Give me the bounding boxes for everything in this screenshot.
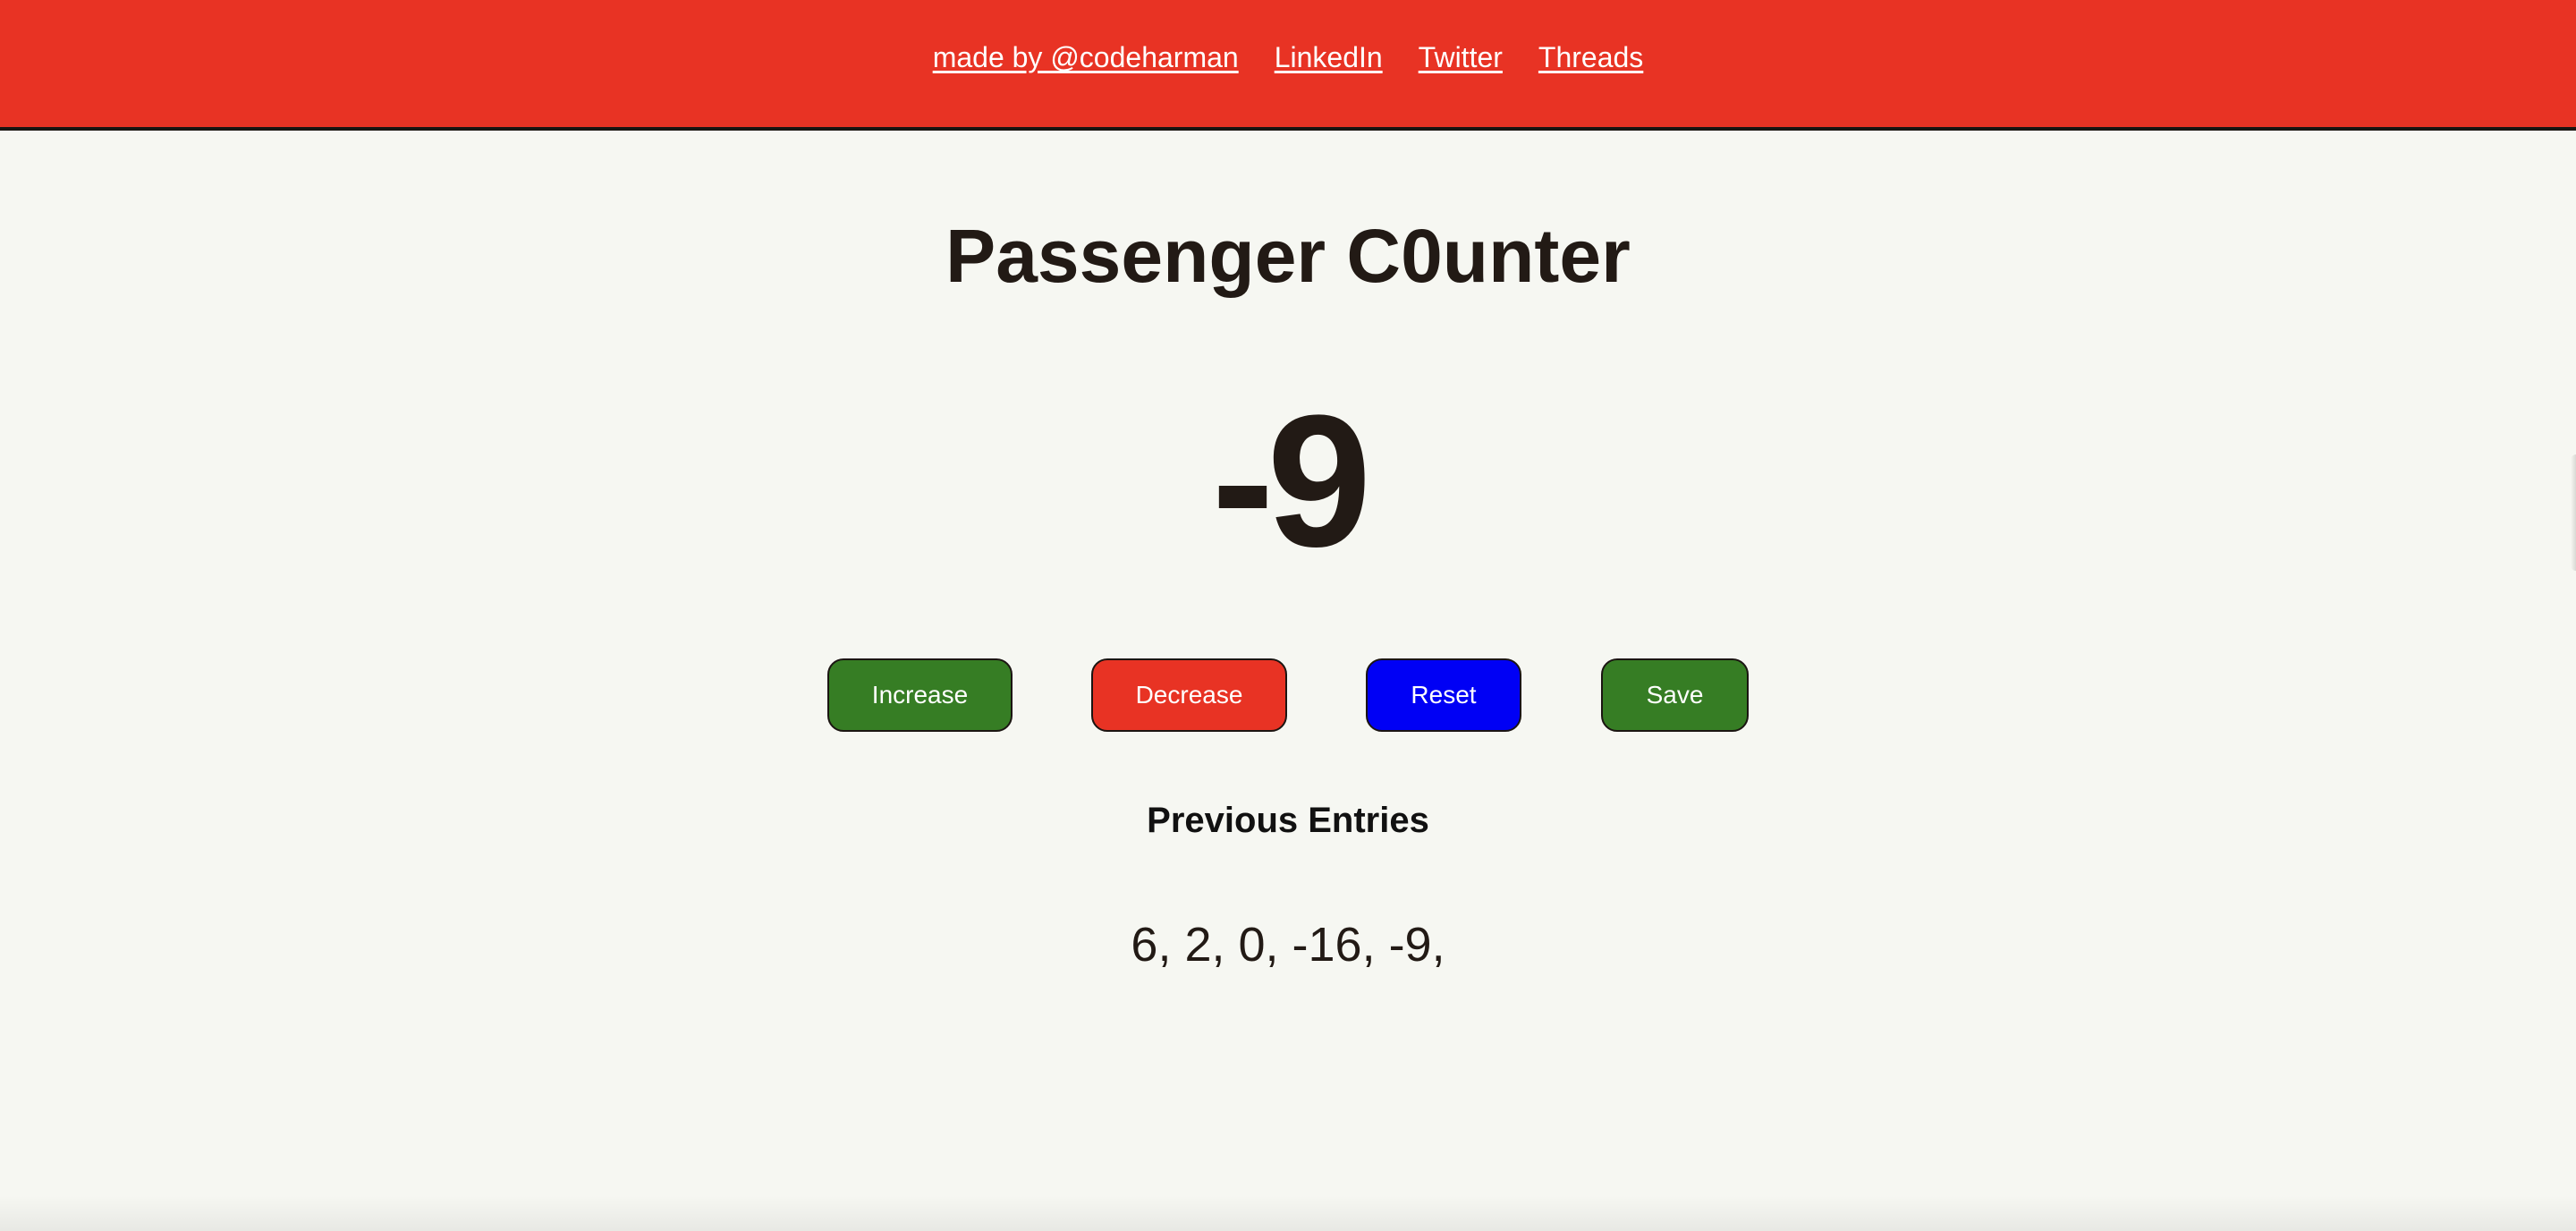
counter-value: -9: [1211, 376, 1372, 586]
page-title: Passenger C0unter: [945, 214, 1631, 298]
threads-link[interactable]: Threads: [1538, 39, 1643, 75]
linkedin-link[interactable]: LinkedIn: [1275, 39, 1383, 75]
header-nav: made by @codeharman LinkedIn Twitter Thr…: [0, 39, 2576, 75]
side-scroll-tab: [2571, 454, 2576, 571]
button-row: Increase Decrease Reset Save: [0, 658, 2576, 732]
decrease-button[interactable]: Decrease: [1091, 658, 1287, 732]
top-nav-bar: made by @codeharman LinkedIn Twitter Thr…: [0, 0, 2576, 131]
increase-button[interactable]: Increase: [827, 658, 1013, 732]
save-button[interactable]: Save: [1601, 658, 1749, 732]
reset-button[interactable]: Reset: [1366, 658, 1521, 732]
bottom-shadow: [0, 1195, 2576, 1231]
made-by-link[interactable]: made by @codeharman: [933, 39, 1239, 75]
previous-entries-heading: Previous Entries: [1147, 801, 1429, 840]
previous-entries-list: 6, 2, 0, -16, -9,: [1131, 918, 1445, 972]
twitter-link[interactable]: Twitter: [1419, 39, 1503, 75]
